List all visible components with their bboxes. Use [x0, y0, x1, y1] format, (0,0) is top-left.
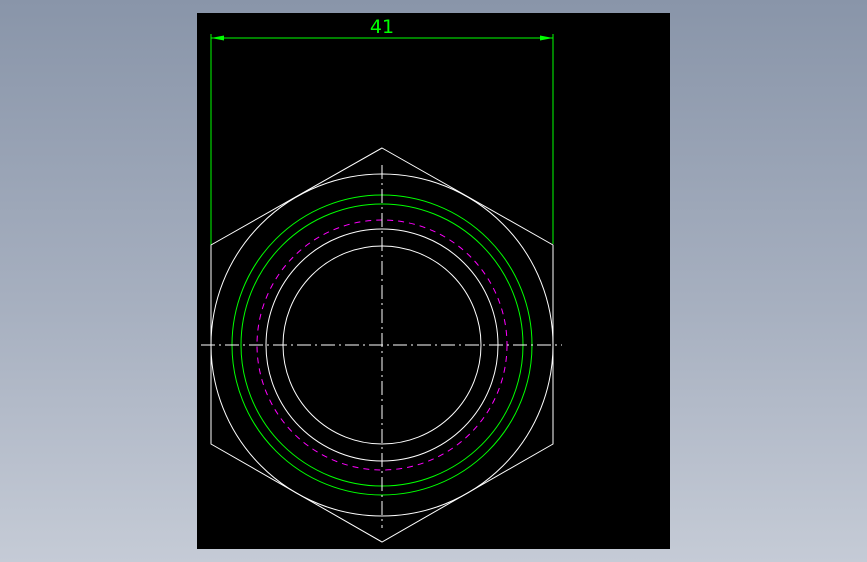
- dimension-arrow-right: [540, 35, 553, 41]
- dimension-value: 41: [370, 16, 394, 38]
- dimension-arrow-left: [211, 35, 224, 41]
- hex-nut-drawing: 41: [201, 16, 562, 543]
